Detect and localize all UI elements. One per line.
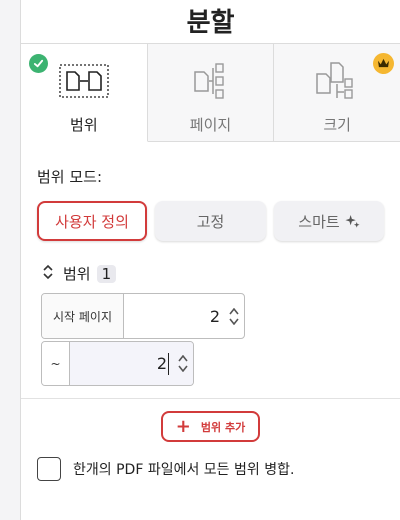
start-page-field: 시작 페이지 2 [41, 293, 245, 339]
text-caret [168, 352, 169, 375]
range-header: 범위 1 [41, 263, 117, 284]
spinner-down-icon [229, 318, 239, 325]
end-page-label: ~ [42, 342, 70, 385]
tab-pages-label: 페이지 [189, 116, 232, 134]
crown-icon [373, 53, 395, 74]
tab-pages[interactable]: 페이지 [147, 44, 275, 142]
left-sidebar-edge [0, 0, 21, 520]
tab-size-label: 크기 [323, 116, 351, 134]
merge-label: 한개의 PDF 파일에서 모든 범위 병합. [73, 462, 295, 478]
mode-fixed-button[interactable]: 고정 [155, 201, 266, 241]
range-index-badge: 1 [96, 264, 117, 283]
section-divider [21, 398, 400, 399]
add-range-label: 범위 추가 [200, 420, 246, 434]
split-mode-tabs: 범위 페이지 크기 [21, 43, 400, 142]
pages-split-icon [191, 62, 231, 100]
range-heading: 범위 [63, 265, 91, 283]
tab-size[interactable]: 크기 [274, 44, 400, 142]
merge-checkbox[interactable] [37, 457, 61, 481]
add-range-button[interactable]: + 범위 추가 [161, 411, 260, 442]
spinner-up-icon [178, 355, 188, 362]
range-split-icon [59, 62, 109, 100]
start-page-spinner[interactable] [224, 294, 244, 338]
end-page-value: 2 [156, 354, 167, 373]
panel-title: 분할 [186, 8, 235, 38]
sparkle-icon [345, 214, 360, 229]
range-mode-label: 범위 모드: [37, 168, 103, 186]
end-page-spinner[interactable] [173, 342, 193, 385]
plus-icon: + [175, 415, 191, 437]
merge-option: 한개의 PDF 파일에서 모든 범위 병합. [37, 457, 294, 481]
tab-range-label: 범위 [70, 116, 98, 134]
size-split-icon [314, 62, 360, 100]
start-page-input[interactable]: 2 [124, 294, 224, 338]
tab-range[interactable]: 범위 [21, 44, 148, 142]
end-page-field: ~ 2 [41, 341, 194, 386]
mode-smart-button[interactable]: 스마트 [274, 201, 384, 241]
mode-smart-label: 스마트 [298, 212, 340, 231]
mode-custom-button[interactable]: 사용자 정의 [37, 201, 147, 241]
spinner-up-icon [229, 307, 239, 314]
spinner-down-icon [178, 365, 188, 372]
split-panel: 분할 범위 페이지 크기 범위 모드: 사용자 정의 고정 스마트 범위 1 시… [21, 0, 400, 520]
reorder-icon[interactable] [41, 264, 55, 284]
start-page-label: 시작 페이지 [42, 294, 124, 338]
end-page-input[interactable]: 2 [70, 342, 173, 385]
check-icon [29, 54, 48, 73]
